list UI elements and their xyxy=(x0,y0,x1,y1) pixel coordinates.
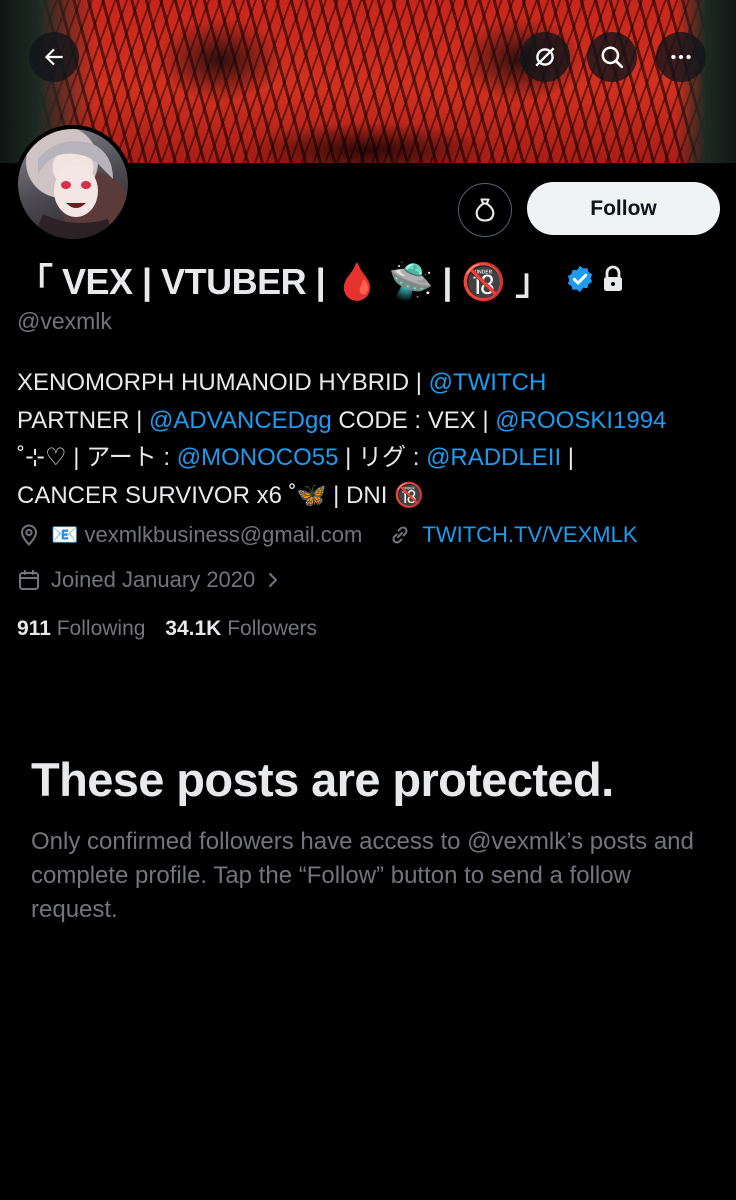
search-button[interactable] xyxy=(587,32,637,82)
joined-row[interactable]: Joined January 2020 xyxy=(17,567,291,593)
following-count: 911 xyxy=(17,617,51,640)
followers-count: 34.1K xyxy=(165,617,222,640)
location-pin-icon xyxy=(17,523,41,547)
search-icon xyxy=(601,46,624,69)
bio-text: | xyxy=(561,444,575,471)
tip-button[interactable] xyxy=(458,183,512,237)
protected-title: These posts are protected. xyxy=(31,753,614,806)
bio-line-1: XENOMORPH HUMANOID HYBRID | @TWITCH xyxy=(17,364,727,402)
bio-text: CANCER SURVIVOR x6 ˚🦋 | DNI 🔞 xyxy=(17,481,424,509)
verified-badge-icon[interactable] xyxy=(565,264,595,294)
profile-stats: 911 Following 34.1K Followers xyxy=(17,617,317,641)
link-icon xyxy=(388,523,412,547)
profile-website-link[interactable]: TWITCH.TV/VEXMLK xyxy=(422,522,637,548)
lock-icon xyxy=(603,265,622,291)
profile-handle: @vexmlk xyxy=(17,308,112,334)
bio-text: CODE : VEX | xyxy=(331,406,496,434)
more-button[interactable] xyxy=(656,32,706,82)
calendar-icon xyxy=(17,568,41,592)
bio-line-3: ˚⊹♡ | アート : @MONOCO55 | リグ : @RADDLEII | xyxy=(17,439,727,477)
bio-line-2: PARTNER | @ADVANCEDgg CODE : VEX | @ROOS… xyxy=(17,402,727,440)
mention-twitch[interactable]: @TWITCH xyxy=(429,369,547,396)
slashed-circle-icon xyxy=(535,47,555,67)
back-button[interactable] xyxy=(29,32,79,82)
translate-button[interactable] xyxy=(520,32,570,82)
bio-text: XENOMORPH HUMANOID HYBRID | xyxy=(17,369,429,396)
bio-line-4: CANCER SURVIVOR x6 ˚🦋 | DNI 🔞 xyxy=(17,477,727,515)
profile-location: 📧 vexmlkbusiness@gmail.com xyxy=(51,522,363,547)
bio-text: PARTNER | xyxy=(17,406,150,434)
mention-advancedgg[interactable]: @ADVANCEDgg xyxy=(149,407,332,434)
follow-button[interactable]: Follow xyxy=(527,182,720,235)
avatar-image xyxy=(18,129,128,239)
followers-stat[interactable]: 34.1K Followers xyxy=(165,617,317,640)
following-stat[interactable]: 911 Following xyxy=(17,617,145,640)
profile-meta-row: 📧 vexmlkbusiness@gmail.com TWITCH.TV/VEX… xyxy=(17,522,638,548)
mention-raddleii[interactable]: @RADDLEII xyxy=(426,444,561,471)
chevron-right-icon xyxy=(265,570,281,590)
bio-text: | リグ : xyxy=(338,444,427,471)
following-label: Following xyxy=(56,617,146,640)
joined-date: Joined January 2020 xyxy=(51,567,256,592)
bio-text: ˚⊹♡ | アート : xyxy=(17,444,177,471)
more-dots-icon xyxy=(671,54,691,60)
protected-body: Only confirmed followers have access to … xyxy=(31,828,694,923)
arrow-left-icon xyxy=(44,48,63,66)
money-bag-icon xyxy=(475,198,495,222)
avatar[interactable] xyxy=(14,125,132,243)
profile-bio: XENOMORPH HUMANOID HYBRID | @TWITCH PART… xyxy=(17,364,727,514)
name-row: 「 VEX | VTUBER | 🩸 🛸 | 🔞 」 xyxy=(17,254,625,304)
mention-rooski1994[interactable]: @ROOSKI1994 xyxy=(495,407,666,434)
display-name: 「 VEX | VTUBER | 🩸 🛸 | 🔞 」 xyxy=(17,261,551,302)
followers-label: Followers xyxy=(227,617,318,640)
mention-monoco55[interactable]: @MONOCO55 xyxy=(177,444,339,471)
